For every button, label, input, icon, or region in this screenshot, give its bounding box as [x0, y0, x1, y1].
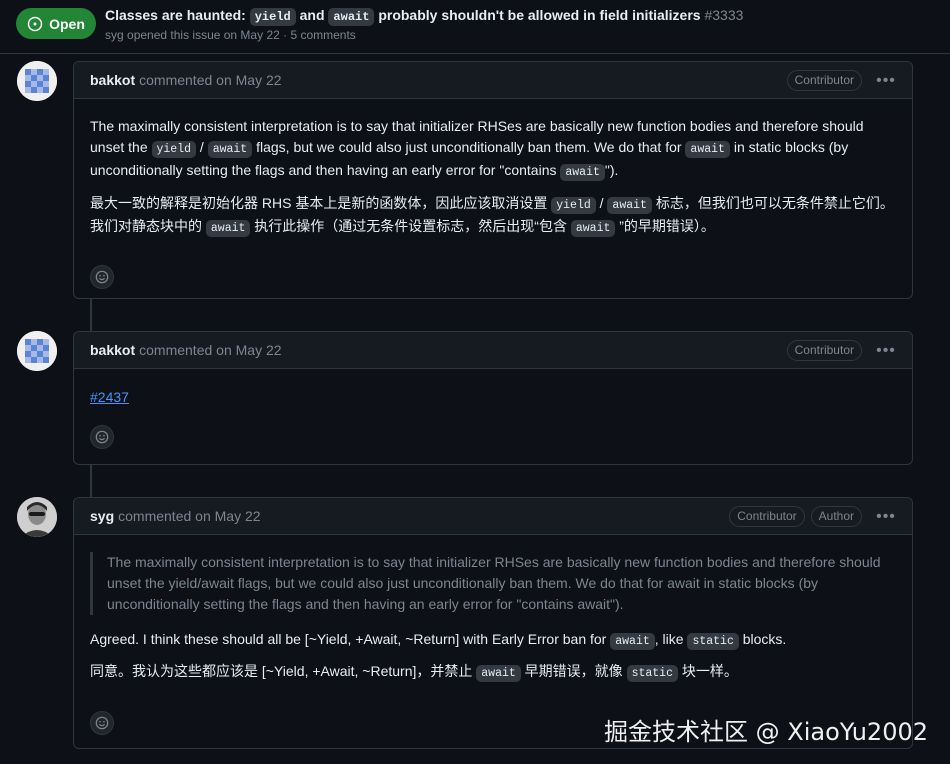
kebab-horizontal-icon[interactable]: •••: [874, 341, 898, 361]
identicon-avatar: [17, 61, 57, 101]
contributor-badge: Contributor: [786, 70, 862, 91]
comment-header: syg commented on May 22 Contributor Auth…: [74, 498, 912, 535]
smiley-icon: [95, 270, 109, 284]
identicon-avatar: [17, 331, 57, 371]
timeline-connector: [90, 464, 92, 498]
issue-status-label: Open: [49, 15, 85, 32]
comment-timestamp[interactable]: commented on May 22: [139, 72, 281, 88]
kebab-horizontal-icon[interactable]: •••: [874, 507, 898, 527]
smiley-icon: [95, 716, 109, 730]
inline-code: await: [570, 220, 616, 237]
comment-text-en: Agreed. I think these should all be [~Yi…: [90, 631, 787, 650]
comment: bakkot commented on May 22 Contributor •…: [73, 331, 913, 465]
avatar[interactable]: [17, 497, 57, 537]
comment-timestamp[interactable]: commented on May 22: [118, 508, 260, 524]
avatar[interactable]: [17, 61, 57, 101]
comment-header: bakkot commented on May 22 Contributor •…: [74, 332, 912, 369]
inline-code: static: [626, 665, 678, 682]
user-photo-avatar: [17, 497, 57, 537]
issue-status-badge: Open: [16, 8, 96, 39]
inline-code: yield: [249, 8, 296, 26]
inline-code: await: [560, 164, 605, 181]
inline-code: yield: [551, 197, 596, 214]
quoted-reply: The maximally consistent interpretation …: [90, 552, 896, 615]
comment-header: bakkot commented on May 22 Contributor •…: [74, 62, 912, 99]
avatar[interactable]: [17, 331, 57, 371]
inline-code: await: [207, 141, 253, 158]
issue-number: #3333: [704, 7, 744, 23]
comment-text-zh: 最大一致的解释是初始化器 RHS 基本上是新的函数体，因此应该取消设置 yiel…: [90, 195, 894, 237]
inline-code: await: [328, 8, 375, 26]
comment-author[interactable]: bakkot: [90, 72, 135, 88]
add-reaction-button[interactable]: [90, 265, 114, 289]
author-badge: Author: [810, 506, 862, 527]
comment-author[interactable]: bakkot: [90, 342, 135, 358]
inline-code: await: [205, 220, 251, 237]
issue-title: Classes are haunted: yield and await pro…: [105, 7, 744, 26]
contributor-badge: Contributor: [786, 340, 862, 361]
comment-text-en: The maximally consistent interpretation …: [90, 118, 864, 181]
inline-code: await: [607, 197, 652, 214]
add-reaction-button[interactable]: [90, 711, 114, 735]
smiley-icon: [95, 430, 109, 444]
inline-code: yield: [151, 141, 197, 158]
issue-reference-link[interactable]: #2437: [90, 389, 129, 405]
issue-author-link[interactable]: syg: [105, 28, 124, 42]
comment: bakkot commented on May 22 Contributor •…: [73, 61, 913, 299]
timeline-connector: [90, 298, 92, 332]
inline-code: await: [685, 141, 730, 158]
contributor-badge: Contributor: [729, 506, 805, 527]
comment-timestamp[interactable]: commented on May 22: [139, 342, 281, 358]
add-reaction-button[interactable]: [90, 425, 114, 449]
watermark: 掘金技术社区 @ XiaoYu2002: [604, 718, 928, 746]
inline-code: await: [476, 665, 521, 682]
kebab-horizontal-icon[interactable]: •••: [874, 71, 898, 91]
comment-text-zh: 同意。我认为这些都应该是 [~Yield, +Await, ~Return]，并…: [90, 663, 738, 682]
inline-code: static: [687, 633, 739, 650]
issue-opened-icon: [27, 16, 43, 31]
issue-header: Open Classes are haunted: yield and awai…: [0, 0, 950, 54]
comment-author[interactable]: syg: [90, 508, 114, 524]
issue-meta: syg opened this issue on May 22 · 5 comm…: [105, 28, 356, 42]
inline-code: await: [610, 633, 655, 650]
